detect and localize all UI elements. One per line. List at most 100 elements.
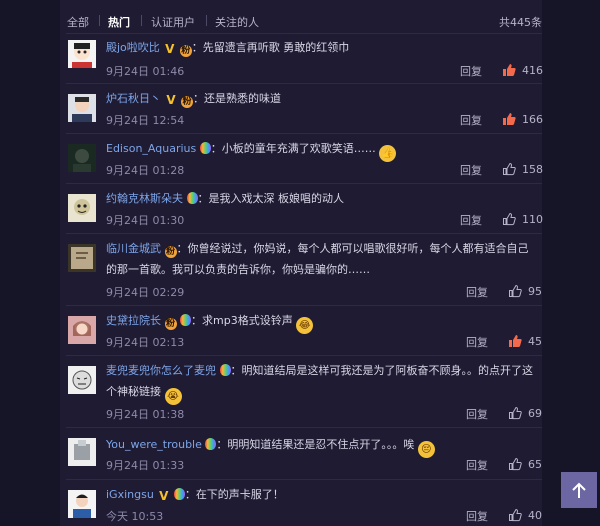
comment-time: 9月24日 01:33 — [106, 459, 185, 472]
like-count: 95 — [528, 285, 542, 298]
like-count: 65 — [528, 458, 542, 471]
fan-badge-icon: 粉 — [181, 96, 193, 108]
arrow-up-icon — [572, 482, 586, 498]
like-count: 416 — [522, 64, 543, 77]
comment-tabs: 全部 热门 认证用户 关注的人 共445条 — [66, 14, 542, 32]
comment-text-line: 殿jo啦吹比 V 粉：先留遗言再听歌 勇敢的红领巾 — [106, 41, 350, 57]
scroll-to-top-button[interactable] — [561, 472, 597, 508]
comment-item: iGxingsu V ：在下的声卡服了！ 今天 10:53 回复 40 — [66, 480, 542, 526]
like-button[interactable]: 45 — [508, 334, 542, 348]
comment-content: 还是熟悉的味道 — [204, 92, 281, 105]
username[interactable]: 麦兜麦兜你怎么了麦兜 — [106, 364, 216, 377]
comment-total-count: 共445条 — [499, 16, 542, 29]
avatar[interactable] — [68, 244, 96, 272]
comment-content: 小板的童年充满了欢歌笑语…… — [221, 142, 376, 155]
tab-separator — [99, 15, 100, 26]
comment-item: 殿jo啦吹比 V 粉：先留遗言再听歌 勇敢的红领巾 9月24日 01:46 回复… — [66, 34, 543, 84]
username[interactable]: 约翰克林斯朵夫 — [106, 192, 183, 205]
reply-button[interactable]: 回复 — [460, 63, 482, 79]
thumbs-up-outline-icon — [509, 457, 522, 471]
username[interactable]: 临川金城武 — [106, 242, 161, 255]
thumbs-up-outline-icon — [509, 508, 522, 522]
fan-badge-icon: 粉 — [164, 246, 177, 258]
avatar[interactable] — [68, 194, 96, 222]
comment-time: 9月24日 02:29 — [106, 286, 185, 299]
reply-button[interactable]: 回复 — [466, 334, 488, 350]
username[interactable]: Edison_Aquarius — [106, 142, 196, 155]
tab-following[interactable]: 关注的人 — [215, 14, 259, 30]
like-count: 40 — [528, 509, 542, 522]
rainbow-badge-icon — [186, 192, 198, 204]
comment-text-line: 麦兜麦兜你怎么了麦兜 ：明知道结局是这样可我还是为了阿板奋不顾身。。的点开了这个… — [106, 360, 536, 405]
rainbow-badge-icon — [205, 438, 217, 450]
comment-time: 今天 10:53 — [106, 510, 164, 523]
comment-time: 9月24日 12:54 — [106, 114, 185, 127]
username[interactable]: 史黛拉院长 — [106, 314, 161, 327]
avatar[interactable] — [68, 438, 96, 466]
comment-content: 求mp3格式设铃声 — [202, 314, 293, 327]
avatar[interactable] — [68, 316, 96, 344]
verified-v-icon: V — [159, 489, 169, 503]
thumbs-up-filled-icon — [503, 64, 516, 76]
avatar[interactable] — [68, 144, 96, 172]
avatar[interactable] — [68, 94, 96, 122]
username[interactable]: You_were_trouble — [106, 438, 202, 451]
avatar[interactable] — [68, 40, 96, 68]
username[interactable]: 炉石秋日丶 — [106, 92, 161, 105]
crying-emoji-icon: 😭 — [164, 388, 182, 405]
comment-text-line: Edison_Aquarius ：小板的童年充满了欢歌笑语…… 👍 — [106, 138, 536, 162]
comment-time: 9月24日 01:38 — [106, 408, 185, 421]
comment-item: 约翰克林斯朵夫 ：是我入戏太深 板娘唱的动人 9月24日 01:30 回复 11… — [66, 184, 543, 234]
comment-content: 在下的声卡服了！ — [195, 488, 284, 501]
verified-v-icon: V — [166, 93, 176, 107]
comment-time: 9月24日 01:46 — [106, 65, 185, 78]
like-button[interactable]: 416 — [502, 63, 543, 77]
username[interactable]: 殿jo啦吹比 — [106, 41, 160, 54]
like-count: 166 — [522, 113, 543, 126]
comment-item: 史黛拉院长 粉 ：求mp3格式设铃声 😂 9月24日 02:13 回复 45 — [66, 306, 542, 356]
sigh-emoji-icon: 😔 — [417, 441, 435, 458]
comment-text-line: 临川金城武 粉：你曾经说过，你妈说，每个人都可以唱歌很好听，每个人都有适合自己的… — [106, 242, 529, 276]
reply-button[interactable]: 回复 — [466, 508, 488, 524]
comment-time: 9月24日 02:13 — [106, 336, 185, 349]
comment-item: 麦兜麦兜你怎么了麦兜 ：明知道结局是这样可我还是为了阿板奋不顾身。。的点开了这个… — [66, 356, 542, 428]
like-button[interactable]: 65 — [508, 457, 542, 471]
like-count: 110 — [522, 213, 543, 226]
avatar[interactable] — [68, 490, 96, 518]
tab-hot[interactable]: 热门 — [108, 14, 130, 30]
like-button[interactable]: 110 — [502, 212, 543, 226]
rainbow-badge-icon — [199, 142, 211, 154]
comment-time: 9月24日 01:28 — [106, 164, 185, 177]
fan-badge-icon: 粉 — [164, 318, 177, 330]
verified-v-icon: V — [165, 42, 175, 56]
laughing-emoji-icon: 😂 — [296, 317, 314, 334]
like-button[interactable]: 166 — [502, 112, 543, 126]
fan-badge-icon: 粉 — [179, 45, 192, 57]
username[interactable]: iGxingsu — [106, 488, 154, 501]
like-button[interactable]: 69 — [508, 406, 542, 420]
reply-button[interactable]: 回复 — [466, 457, 488, 473]
comment-text-line: You_were_trouble ：明明知道结果还是忍不住点开了。。。唉 😔 — [106, 434, 536, 458]
reply-button[interactable]: 回复 — [466, 284, 488, 300]
tab-all[interactable]: 全部 — [67, 14, 89, 30]
like-count: 158 — [522, 163, 543, 176]
reply-button[interactable]: 回复 — [466, 406, 488, 422]
comment-item: 炉石秋日丶 V 粉：还是熟悉的味道 9月24日 12:54 回复 166 — [66, 84, 543, 134]
comment-content: 明明知道结果还是忍不住点开了。。。唉 — [227, 438, 415, 451]
like-button[interactable]: 95 — [508, 284, 542, 298]
thumbs-up-outline-icon — [509, 406, 522, 420]
thumbs-up-filled-icon — [503, 113, 516, 125]
reply-button[interactable]: 回复 — [460, 162, 482, 178]
tab-separator — [141, 15, 142, 26]
avatar[interactable] — [68, 366, 96, 394]
comment-text-line: iGxingsu V ：在下的声卡服了！ — [106, 488, 284, 503]
tab-verified[interactable]: 认证用户 — [151, 14, 195, 30]
reply-button[interactable]: 回复 — [460, 212, 482, 228]
like-button[interactable]: 40 — [508, 508, 542, 522]
thumbs-up-emoji-icon: 👍 — [379, 145, 397, 162]
rainbow-badge-icon — [173, 488, 185, 500]
reply-button[interactable]: 回复 — [460, 112, 482, 128]
comment-text-line: 炉石秋日丶 V 粉：还是熟悉的味道 — [106, 92, 281, 108]
like-button[interactable]: 158 — [502, 162, 543, 176]
comment-item: You_were_trouble ：明明知道结果还是忍不住点开了。。。唉 😔 9… — [66, 428, 542, 480]
